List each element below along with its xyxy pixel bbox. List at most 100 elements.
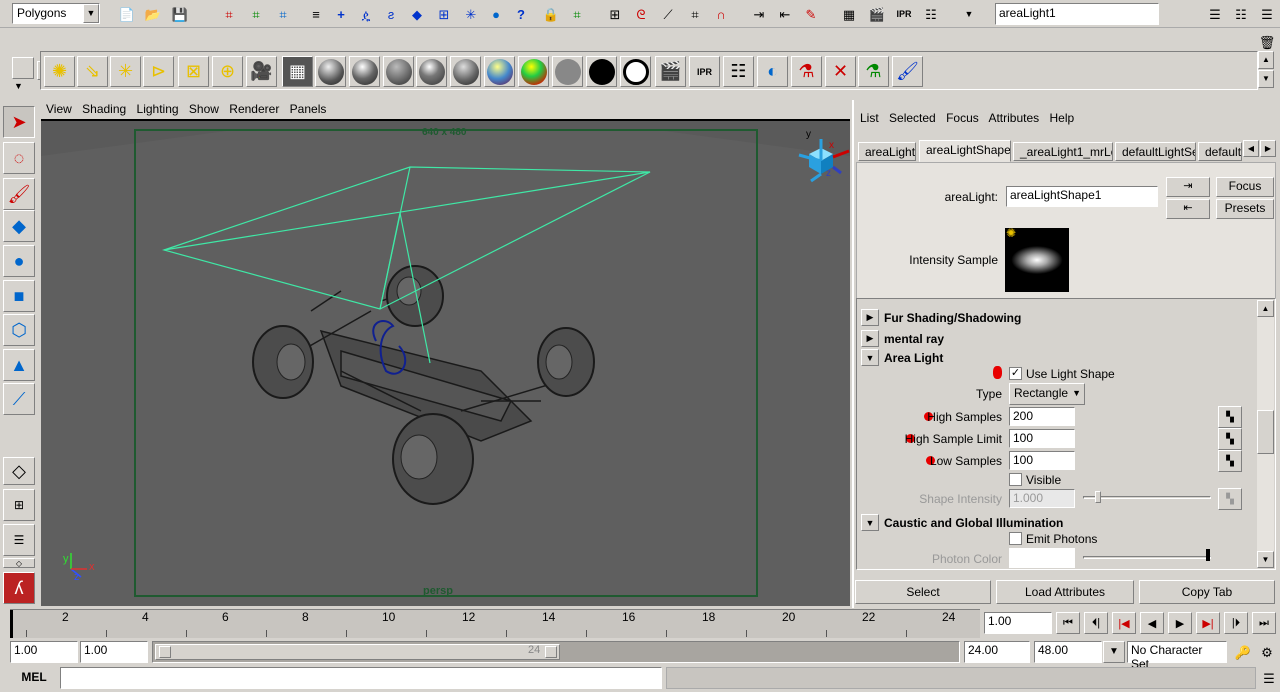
select-misc-icon[interactable]: ? bbox=[510, 3, 532, 25]
character-set-field[interactable]: No Character Set bbox=[1127, 641, 1227, 671]
show-manipulator-icon[interactable]: ⟋ bbox=[3, 383, 35, 415]
step-back-frame-icon[interactable]: |◀ bbox=[1112, 612, 1136, 634]
step-forward-key-icon[interactable]: |⏵ bbox=[1224, 612, 1248, 634]
node-tab-arealightshape1[interactable]: areaLightShape1 bbox=[919, 140, 1011, 162]
blinn-shader-icon[interactable] bbox=[349, 56, 380, 87]
lambert-shader-icon[interactable] bbox=[383, 56, 414, 87]
select-hierarchy-icon[interactable]: ⌗ bbox=[218, 3, 240, 25]
shape-intensity-field[interactable]: 1.000 bbox=[1009, 489, 1075, 508]
low-samples-field[interactable]: 100 bbox=[1009, 451, 1075, 470]
select-button[interactable]: Select bbox=[855, 580, 991, 604]
presets-button[interactable]: Presets bbox=[1216, 199, 1274, 219]
paint-render-icon[interactable]: 🖌 bbox=[892, 56, 923, 87]
render-frame-icon[interactable]: 🎬 bbox=[866, 3, 888, 25]
spot-light-icon[interactable]: ⊳ bbox=[143, 56, 174, 87]
input-connections-icon[interactable]: ⇥ bbox=[748, 3, 770, 25]
select-surfaces-icon[interactable]: ◆ bbox=[406, 3, 428, 25]
trash-icon[interactable]: 🗑 bbox=[1256, 31, 1278, 53]
output-connections-icon[interactable]: ⇤ bbox=[774, 3, 796, 25]
select-joints-icon[interactable]: ዼ bbox=[355, 3, 377, 25]
universal-manipulator-icon[interactable]: ⬡ bbox=[3, 314, 35, 346]
move-tool-icon[interactable]: ◆ bbox=[3, 210, 35, 242]
hypershade-icon[interactable]: ▦ bbox=[282, 56, 313, 87]
shelf-render-settings-icon[interactable]: ☷ bbox=[723, 56, 754, 87]
current-frame-field[interactable]: 1.00 bbox=[984, 612, 1052, 634]
ipr-render-icon[interactable]: IPR bbox=[893, 3, 915, 25]
remove-material-icon[interactable]: ✕ bbox=[825, 56, 856, 87]
outliner-layout-icon[interactable]: ☰ bbox=[3, 524, 35, 556]
attr-scrollbar[interactable]: ▲ ▼ bbox=[1257, 300, 1274, 568]
attributes-menu[interactable]: Attributes bbox=[988, 111, 1039, 125]
menu-set-dropdown[interactable]: Polygons ▼ bbox=[12, 3, 100, 24]
scroll-down-arrow[interactable]: ▼ bbox=[1257, 551, 1274, 568]
key-icon[interactable]: 🔑 bbox=[1232, 641, 1254, 663]
end-time-field[interactable]: 48.00 bbox=[1034, 641, 1102, 663]
photon-color-slider[interactable] bbox=[1083, 556, 1211, 559]
render-view-icon[interactable]: ▦ bbox=[838, 3, 860, 25]
select-dynamics-icon[interactable]: ✳ bbox=[460, 3, 482, 25]
shelf-render-frame-icon[interactable]: 🎬 bbox=[655, 56, 686, 87]
command-input[interactable] bbox=[60, 667, 662, 689]
make-live-icon[interactable]: ∩ bbox=[710, 3, 732, 25]
select-curves-icon[interactable]: ƨ bbox=[380, 3, 402, 25]
play-backward-icon[interactable]: ◀ bbox=[1140, 612, 1164, 634]
focus-output-icon[interactable]: ⇤ bbox=[1166, 199, 1210, 219]
help-menu[interactable]: Help bbox=[1049, 111, 1074, 125]
current-time-marker[interactable] bbox=[10, 610, 13, 638]
select-rendering-icon[interactable]: ● bbox=[485, 3, 507, 25]
show-menu[interactable]: Show bbox=[189, 102, 219, 116]
four-pane-layout-icon[interactable]: ⊞ bbox=[3, 489, 35, 521]
layered-shader-icon[interactable] bbox=[484, 56, 515, 87]
chevron-down-icon[interactable]: ▼ bbox=[83, 4, 99, 23]
type-dropdown[interactable]: Rectangle ▼ bbox=[1009, 383, 1085, 405]
point-light-icon[interactable]: ✳ bbox=[110, 56, 141, 87]
focus-button[interactable]: Focus bbox=[1216, 177, 1274, 197]
node-tab-arealight1[interactable]: areaLight1 bbox=[858, 142, 916, 161]
playback-end-field[interactable]: 24.00 bbox=[964, 641, 1030, 663]
channel-box-toggle-icon[interactable]: ☰ bbox=[1204, 3, 1226, 25]
shelf-scroll-up[interactable]: ▲ bbox=[1258, 51, 1274, 69]
list-menu[interactable]: List bbox=[860, 111, 879, 125]
renderer-menu[interactable]: Renderer bbox=[229, 102, 279, 116]
snap-grid-icon[interactable]: ⊞ bbox=[604, 3, 626, 25]
shelf-menu-button[interactable] bbox=[12, 57, 34, 79]
range-start-handle[interactable] bbox=[159, 646, 171, 658]
shelf-scroll-down[interactable]: ▼ bbox=[1258, 70, 1274, 88]
fur-shading-section[interactable]: ▶ Fur Shading/Shadowing bbox=[861, 308, 1257, 327]
anisotropic-shader-icon[interactable] bbox=[315, 56, 346, 87]
select-object-icon[interactable]: ⌗ bbox=[245, 3, 267, 25]
surface-shader-icon[interactable] bbox=[586, 56, 617, 87]
step-back-key-icon[interactable]: ⏴| bbox=[1084, 612, 1108, 634]
time-slider[interactable] bbox=[10, 609, 980, 638]
command-label[interactable]: MEL bbox=[10, 670, 58, 684]
shading-map-icon[interactable] bbox=[552, 56, 583, 87]
mental-ray-section[interactable]: ▶ mental ray bbox=[861, 329, 1257, 348]
map-button-icon[interactable]: ▚ bbox=[1218, 488, 1242, 510]
lasso-tool-icon[interactable]: ◌ bbox=[3, 142, 35, 174]
select-deformations-icon[interactable]: ⊞ bbox=[433, 3, 455, 25]
tool-settings-toggle-icon[interactable]: ☰ bbox=[1256, 3, 1278, 25]
range-end-handle[interactable] bbox=[545, 646, 557, 658]
phong-shader-icon[interactable] bbox=[416, 56, 447, 87]
shelf-options-icon[interactable]: ▼ bbox=[14, 81, 23, 91]
scale-tool-icon[interactable]: ■ bbox=[3, 280, 35, 312]
viewport-panel[interactable]: 640 x 480 persp y x z y z x bbox=[41, 119, 850, 606]
emit-photons-checkbox[interactable] bbox=[1009, 532, 1022, 545]
lighting-menu[interactable]: Lighting bbox=[137, 102, 179, 116]
new-scene-icon[interactable]: 📄 bbox=[116, 3, 138, 25]
scroll-thumb[interactable] bbox=[1257, 410, 1274, 454]
high-sample-limit-field[interactable]: 100 bbox=[1009, 429, 1075, 448]
node-tab-arealight1-mrloc[interactable]: _areaLight1_mrLoc bbox=[1013, 142, 1113, 161]
rotate-tool-icon[interactable]: ● bbox=[3, 245, 35, 277]
shading-menu[interactable]: Shading bbox=[82, 102, 126, 116]
node-tab-defaultlightset[interactable]: defaultLightSet bbox=[1115, 142, 1196, 161]
playback-start-field[interactable]: 1.00 bbox=[80, 641, 148, 663]
panels-menu[interactable]: Panels bbox=[290, 102, 327, 116]
area-light-icon[interactable]: ⊠ bbox=[178, 56, 209, 87]
snap-curve-icon[interactable]: ᘓ bbox=[630, 3, 652, 25]
graph-layout-icon[interactable]: ◇ bbox=[3, 558, 35, 568]
ramp-shader-icon[interactable] bbox=[518, 56, 549, 87]
slider-handle[interactable] bbox=[1095, 491, 1101, 503]
scroll-up-arrow[interactable]: ▲ bbox=[1257, 300, 1274, 317]
assign-material-icon[interactable]: ⚗ bbox=[858, 56, 889, 87]
